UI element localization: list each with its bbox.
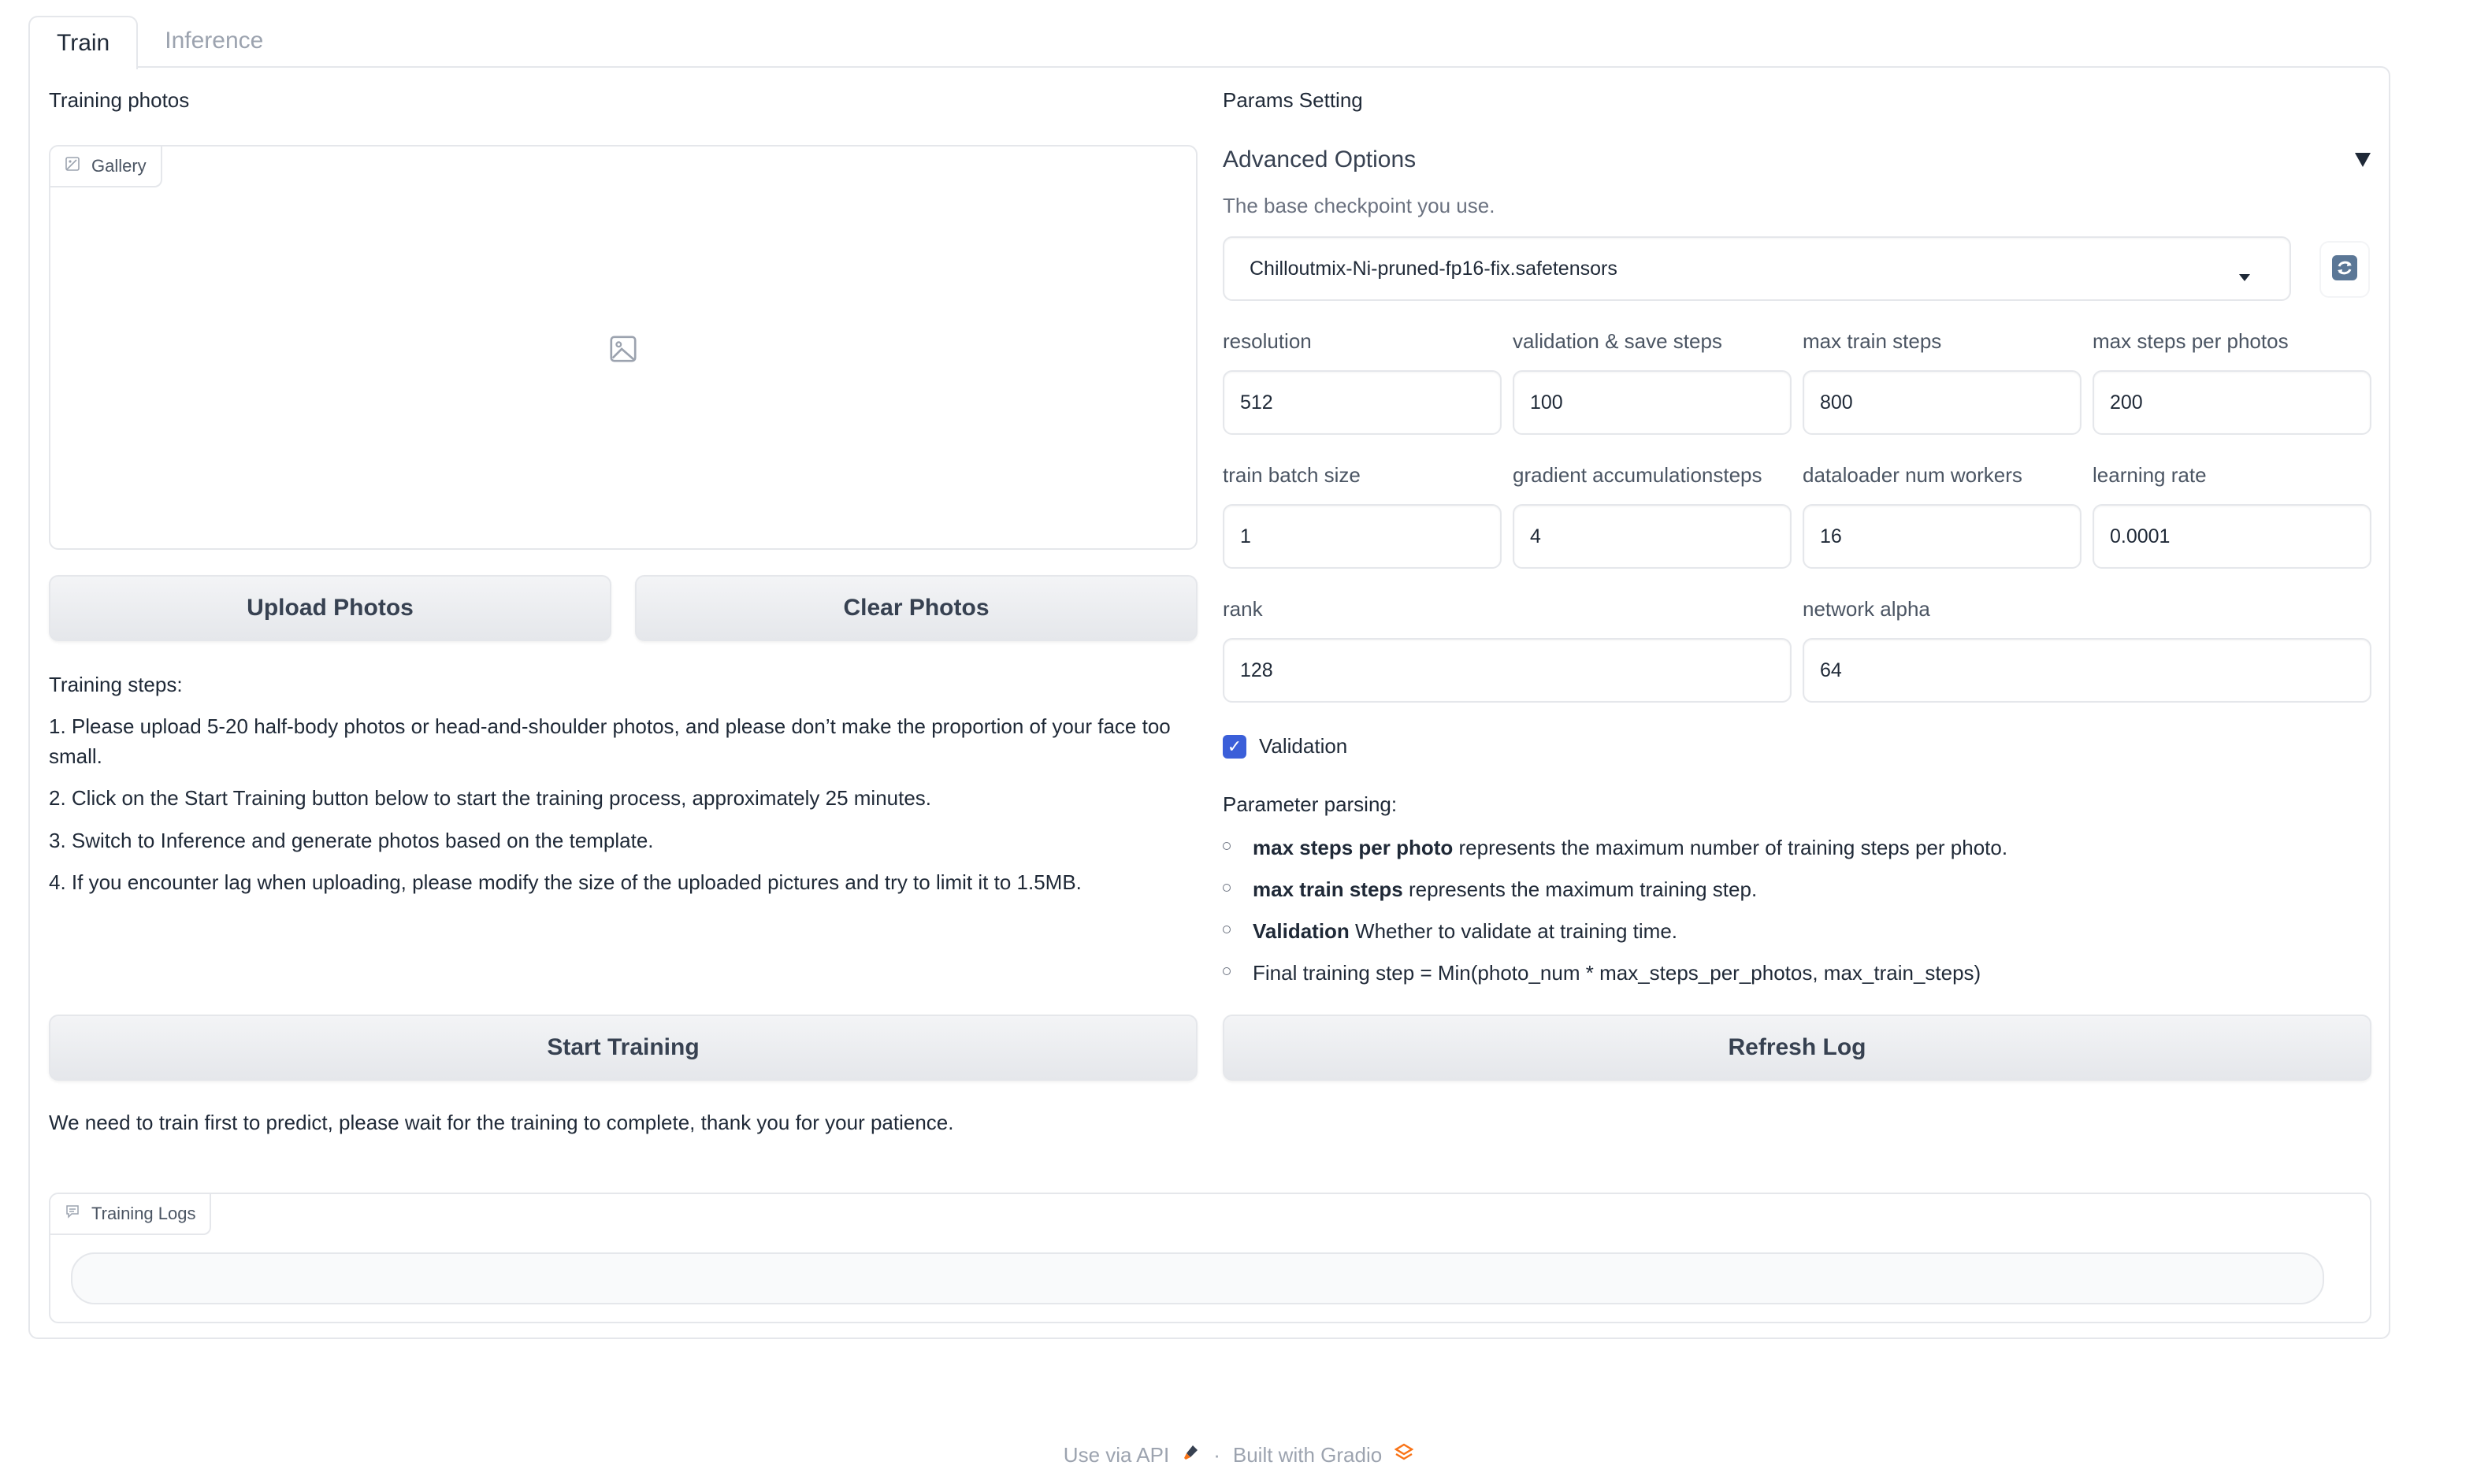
image-icon	[65, 156, 80, 176]
max-train-steps-input[interactable]: 800	[1803, 370, 2081, 435]
bullet-icon	[1223, 967, 1231, 975]
use-via-api-link[interactable]: Use via API	[1064, 1443, 1169, 1467]
gallery-label-text: Gallery	[91, 156, 147, 176]
bullet-icon	[1223, 842, 1231, 850]
parsing-item-term: max steps per photo	[1253, 836, 1454, 859]
gallery[interactable]: Gallery	[49, 145, 1198, 550]
training-logs-block: Training Logs	[49, 1193, 2371, 1323]
parameter-parsing-title: Parameter parsing:	[1223, 792, 1398, 816]
checkpoint-value: Chilloutmix-Ni-pruned-fp16-fix.safetenso…	[1250, 257, 1617, 280]
upload-photos-button[interactable]: Upload Photos	[49, 575, 611, 641]
training-step-2: 2. Click on the Start Training button be…	[49, 786, 932, 810]
refresh-log-button[interactable]: Refresh Log	[1223, 1015, 2371, 1081]
advanced-options-title: Advanced Options	[1223, 147, 1417, 173]
training-photos-title: Training photos	[49, 88, 190, 112]
gradient-accumulation-steps-input[interactable]: 4	[1513, 504, 1792, 569]
checkpoint-label: The base checkpoint you use.	[1223, 194, 1495, 217]
rank-input[interactable]: 128	[1223, 638, 1792, 703]
checkpoint-dropdown[interactable]: Chilloutmix-Ni-pruned-fp16-fix.safetenso…	[1223, 236, 2291, 301]
start-training-button[interactable]: Start Training	[49, 1015, 1198, 1081]
dataloader-num-workers-input[interactable]: 16	[1803, 504, 2081, 569]
training-step-4: 4. If you encounter lag when uploading, …	[49, 870, 1082, 894]
validation-checkbox-label: Validation	[1259, 734, 1348, 758]
refresh-icon	[2332, 254, 2357, 284]
parsing-item-text: Final training step = Min(photo_num * ma…	[1253, 961, 1981, 985]
learning-rate-input[interactable]: 0.0001	[2093, 504, 2371, 569]
resolution-label: resolution	[1223, 329, 1312, 353]
parameter-parsing-list: max steps per photo represents the maxim…	[1223, 827, 2371, 994]
training-logs-textbox[interactable]	[71, 1252, 2324, 1304]
advanced-options-accordion[interactable]: Advanced Options	[1223, 145, 2371, 180]
training-logs-label: Training Logs	[50, 1194, 212, 1235]
validation-checkbox[interactable]: ✓	[1223, 734, 1246, 759]
footer-separator: ·	[1213, 1443, 1220, 1467]
parsing-item: Validation Whether to validate at traini…	[1223, 911, 2371, 952]
validation-save-steps-input[interactable]: 100	[1513, 370, 1792, 435]
tab-bar: Train Inference	[28, 16, 290, 69]
triangle-down-icon[interactable]	[2354, 151, 2371, 173]
training-step-3: 3. Switch to Inference and generate phot…	[49, 829, 654, 852]
empty-gallery-image-icon	[608, 334, 638, 368]
dataloader-num-workers-label: dataloader num workers	[1803, 463, 2022, 487]
footer: Use via API · Built with Gradio	[0, 1443, 2477, 1467]
clear-photos-button[interactable]: Clear Photos	[635, 575, 1198, 641]
training-step-1: 1. Please upload 5-20 half-body photos o…	[49, 714, 1171, 768]
resolution-input[interactable]: 512	[1223, 370, 1502, 435]
validation-checkbox-row[interactable]: ✓ Validation	[1223, 734, 1347, 759]
parsing-item: Final training step = Min(photo_num * ma…	[1223, 952, 2371, 994]
training-steps-title: Training steps:	[49, 673, 183, 696]
params-setting-title: Params Setting	[1223, 88, 1363, 112]
rank-label: rank	[1223, 597, 1263, 621]
parsing-item-text: Whether to validate at training time.	[1349, 919, 1678, 943]
parsing-item: max train steps represents the maximum t…	[1223, 869, 2371, 911]
parsing-item: max steps per photo represents the maxim…	[1223, 827, 2371, 869]
max-steps-per-photos-input[interactable]: 200	[2093, 370, 2371, 435]
chat-bubble-icon	[65, 1204, 80, 1224]
gradient-accumulation-steps-label: gradient accumulationsteps	[1513, 463, 1762, 487]
gradio-logo-icon	[1394, 1443, 1414, 1467]
dropdown-caret-icon	[2239, 265, 2250, 288]
built-with-gradio-link[interactable]: Built with Gradio	[1233, 1443, 1382, 1467]
validation-save-steps-label: validation & save steps	[1513, 329, 1722, 353]
max-steps-per-photos-label: max steps per photos	[2093, 329, 2289, 353]
bullet-icon	[1223, 884, 1231, 892]
tab-train[interactable]: Train	[28, 16, 139, 69]
train-batch-size-label: train batch size	[1223, 463, 1361, 487]
gallery-label: Gallery	[50, 147, 162, 187]
network-alpha-label: network alpha	[1803, 597, 1930, 621]
train-batch-size-input[interactable]: 1	[1223, 504, 1502, 569]
tab-inference[interactable]: Inference	[138, 16, 290, 66]
bullet-icon	[1223, 926, 1231, 933]
rocket-icon	[1182, 1443, 1201, 1467]
network-alpha-input[interactable]: 64	[1803, 638, 2371, 703]
parsing-item-text: represents the maximum training step.	[1402, 877, 1758, 901]
learning-rate-label: learning rate	[2093, 463, 2207, 487]
parsing-item-term: Validation	[1253, 919, 1350, 943]
refresh-checkpoint-button[interactable]	[2319, 241, 2370, 298]
training-logs-label-text: Training Logs	[91, 1204, 196, 1223]
training-notice: We need to train first to predict, pleas…	[49, 1111, 954, 1134]
parsing-item-text: represents the maximum number of trainin…	[1453, 836, 2008, 859]
max-train-steps-label: max train steps	[1803, 329, 1942, 353]
parsing-item-term: max train steps	[1253, 877, 1403, 901]
